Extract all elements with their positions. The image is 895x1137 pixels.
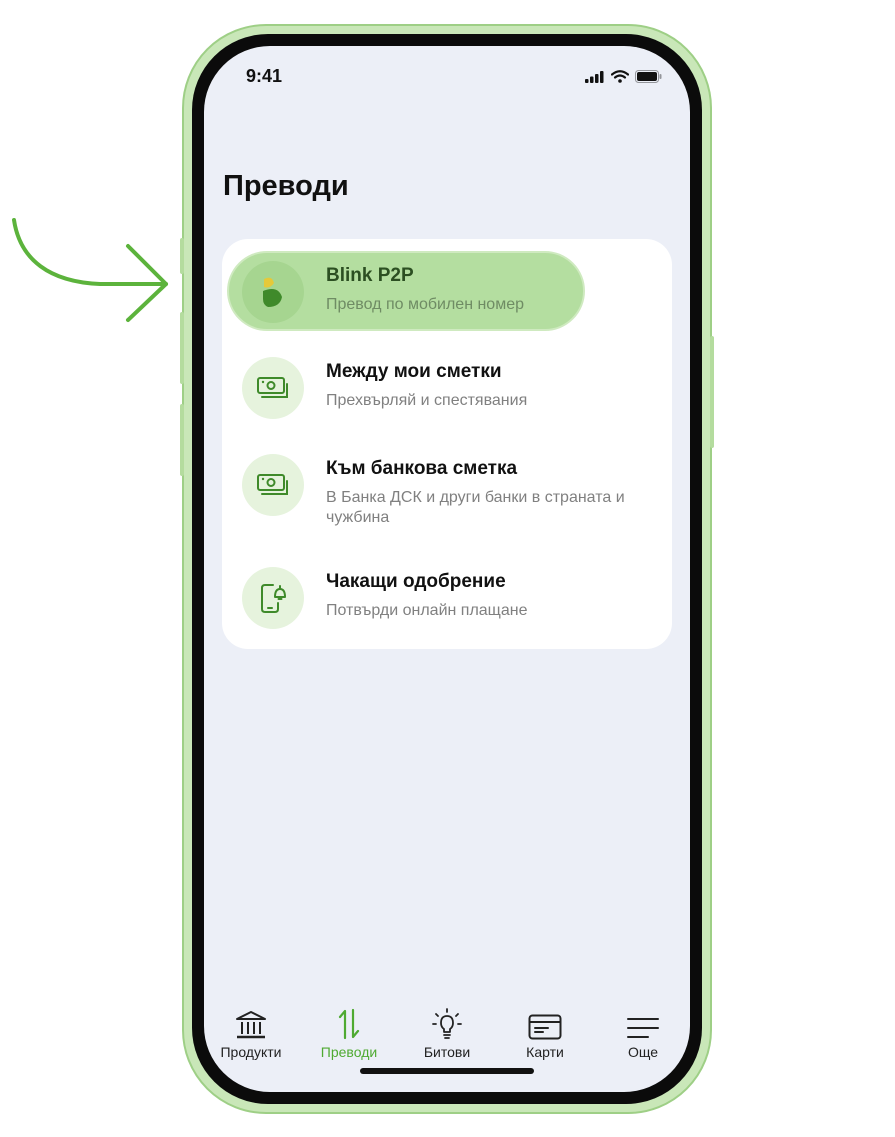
tab-label: Продукти: [220, 1044, 282, 1060]
mute-switch: [180, 238, 184, 274]
page-title: Преводи: [223, 170, 349, 202]
power-button: [710, 336, 714, 448]
tab-cards[interactable]: Карти: [500, 1004, 590, 1060]
bank-icon: [206, 1004, 296, 1040]
item-title: Към банкова сметка: [326, 458, 518, 479]
tab-transfers[interactable]: Преводи: [304, 1004, 394, 1060]
tab-label: Преводи: [320, 1044, 378, 1060]
tab-label: Битови: [423, 1044, 471, 1060]
transfer-options-card: Blink P2P Превод по мобилен номер Между …: [222, 239, 672, 649]
battery-icon: [635, 70, 662, 83]
volume-down-button: [180, 404, 184, 476]
lightbulb-icon: [402, 1004, 492, 1040]
menu-icon: [598, 1004, 688, 1040]
transfer-item-own-accounts[interactable]: Между мои сметки Прехвърляй и спестявани…: [222, 347, 672, 427]
card-icon: [500, 1004, 590, 1040]
tab-products[interactable]: Продукти: [206, 1004, 296, 1060]
tab-more[interactable]: Още: [598, 1004, 688, 1060]
app-screen: 9:41 Преводи Blink P2P Превод по мобилен…: [204, 46, 690, 1092]
transfer-item-bank-account[interactable]: Към банкова сметка В Банка ДСК и други б…: [222, 444, 672, 544]
tab-label: Още: [627, 1044, 659, 1060]
item-title: Чакащи одобрение: [326, 571, 506, 592]
signal-icon: [585, 70, 604, 83]
phone-frame: 9:41 Преводи Blink P2P Превод по мобилен…: [180, 24, 714, 1114]
transfer-item-blink-p2p[interactable]: Blink P2P Превод по мобилен номер: [222, 251, 672, 331]
money-icon: [242, 454, 304, 516]
item-title: Blink P2P: [326, 265, 414, 286]
transfer-arrows-icon: [304, 1004, 394, 1040]
status-icons: [585, 70, 662, 83]
item-subtitle: Прехвърляй и спестявания: [326, 392, 528, 409]
item-title: Между мои сметки: [326, 361, 502, 382]
tab-label: Карти: [526, 1044, 564, 1060]
item-subtitle: Потвърди онлайн плащане: [326, 602, 528, 619]
item-subtitle: В Банка ДСК и други банки в страната и ч…: [326, 489, 625, 526]
transfer-item-pending-approval[interactable]: Чакащи одобрение Потвърди онлайн плащане: [222, 557, 672, 637]
tab-utilities[interactable]: Битови: [402, 1004, 492, 1060]
item-subtitle: Превод по мобилен номер: [326, 296, 524, 313]
phone-bell-icon: [242, 567, 304, 629]
home-indicator: [360, 1068, 534, 1074]
volume-up-button: [180, 312, 184, 384]
status-time: 9:41: [246, 66, 283, 86]
wifi-icon: [611, 70, 629, 83]
money-icon: [242, 357, 304, 419]
blink-logo-icon: [242, 261, 304, 323]
pointer-arrow-icon: [12, 218, 168, 322]
